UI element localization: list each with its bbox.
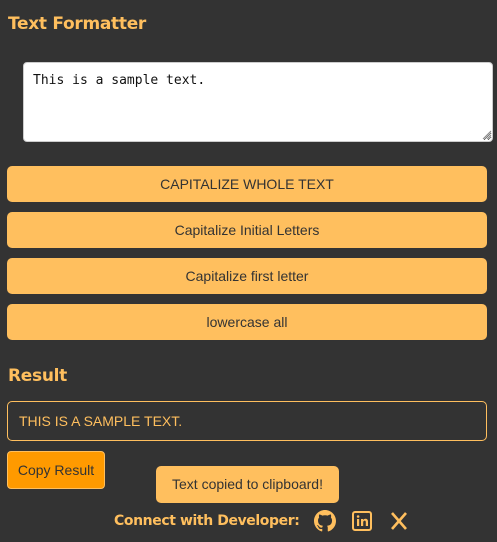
capitalize-initial-letters-button[interactable]: Capitalize Initial Letters	[7, 212, 487, 248]
linkedin-icon	[352, 511, 373, 531]
github-link[interactable]	[313, 509, 337, 533]
result-output: THIS IS A SAMPLE TEXT.	[7, 401, 487, 441]
footer: Connect with Developer:	[114, 508, 418, 534]
text-input[interactable]	[23, 62, 493, 142]
github-icon	[314, 510, 337, 532]
x-icon	[391, 512, 408, 530]
lowercase-all-button[interactable]: lowercase all	[7, 304, 487, 340]
resize-grip-icon[interactable]	[482, 130, 492, 140]
result-heading: Result	[8, 366, 67, 386]
copy-result-button[interactable]: Copy Result	[7, 451, 105, 489]
capitalize-first-letter-button[interactable]: Capitalize first letter	[7, 258, 487, 294]
x-link[interactable]	[387, 509, 411, 533]
page-title: Text Formatter	[8, 14, 147, 34]
copied-toast: Text copied to clipboard!	[156, 466, 339, 503]
capitalize-whole-text-button[interactable]: CAPITALIZE WHOLE TEXT	[7, 166, 487, 202]
footer-label: Connect with Developer:	[114, 513, 300, 529]
linkedin-link[interactable]	[350, 509, 374, 533]
